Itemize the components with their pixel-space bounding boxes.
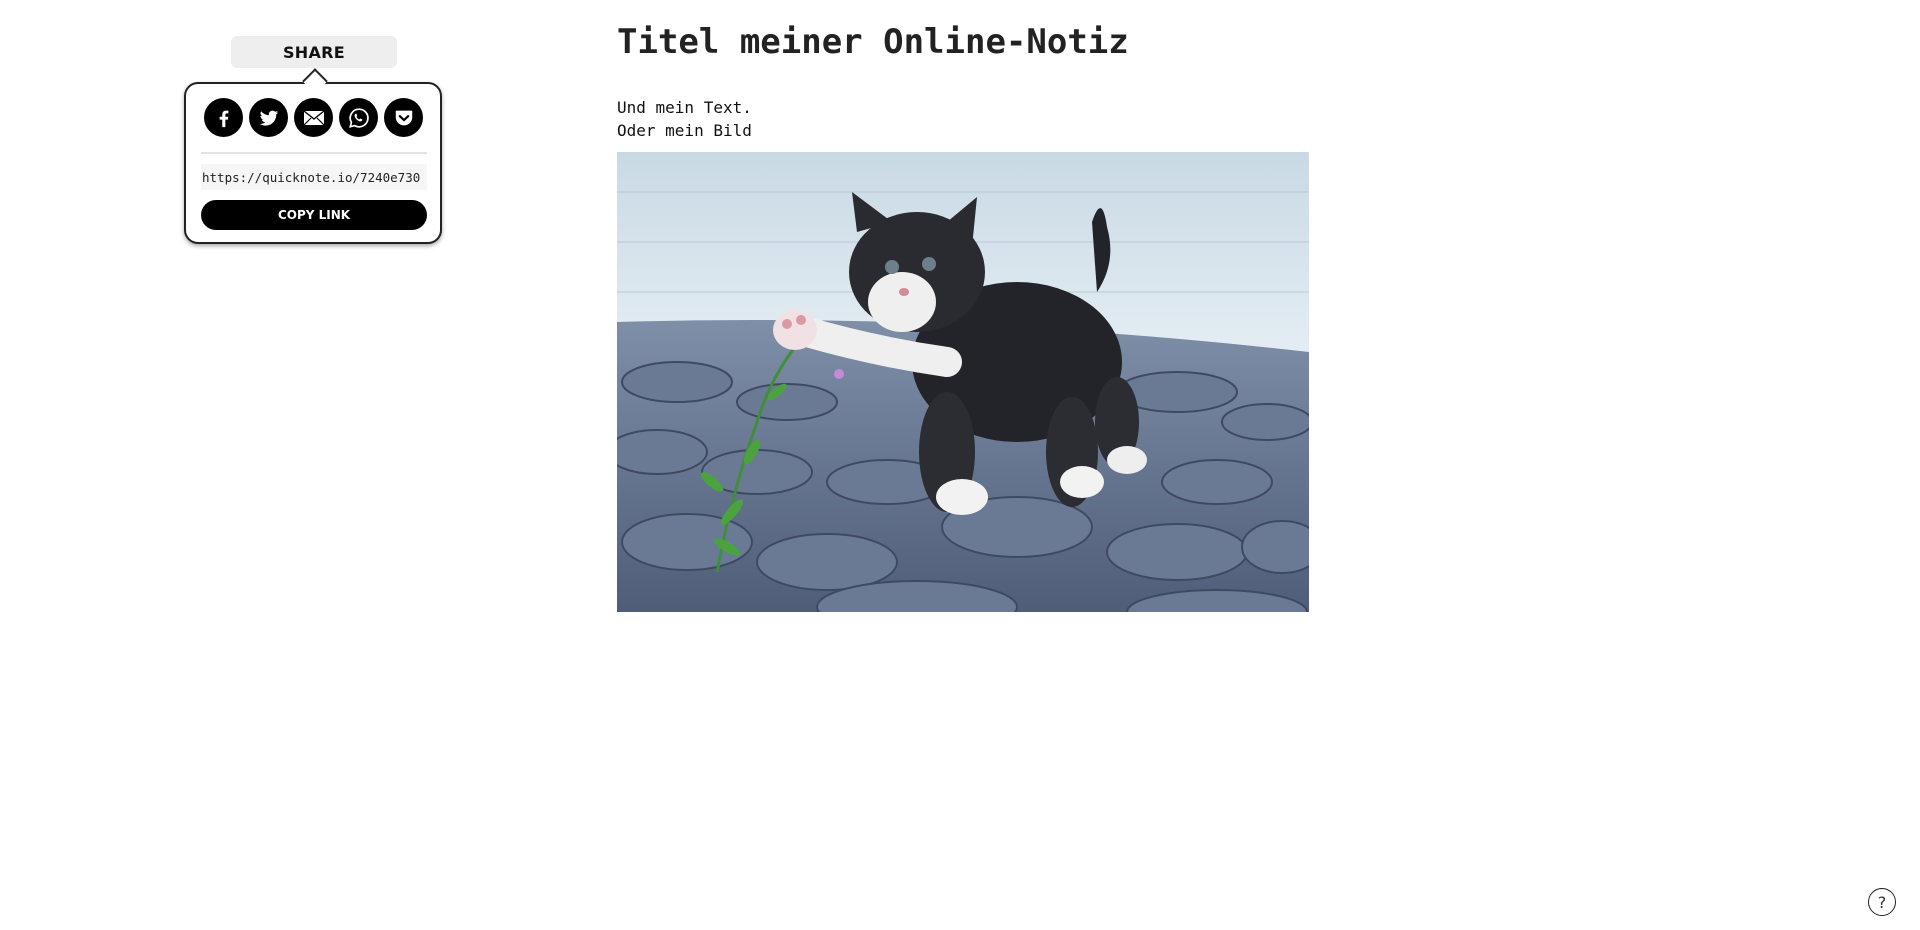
pocket-icon[interactable] xyxy=(384,98,423,137)
page: SHARE COPY LINK Titel meiner xyxy=(0,0,1920,930)
share-tab[interactable]: SHARE xyxy=(231,36,397,68)
share-popover: COPY LINK xyxy=(184,82,442,244)
copy-link-label: COPY LINK xyxy=(277,208,351,222)
share-link-input[interactable] xyxy=(201,164,427,190)
email-icon[interactable] xyxy=(294,98,333,137)
share-divider xyxy=(201,152,427,154)
help-icon: ? xyxy=(1877,892,1887,912)
note-text-line: Und mein Text. xyxy=(617,98,752,117)
help-button[interactable]: ? xyxy=(1868,888,1896,916)
facebook-icon[interactable] xyxy=(204,98,243,137)
kitten-photo xyxy=(617,152,1309,612)
note-title: Titel meiner Online-Notiz xyxy=(617,22,1129,62)
note-text-line: Oder mein Bild xyxy=(617,121,752,140)
share-label: SHARE xyxy=(282,42,346,62)
social-icons xyxy=(204,98,423,137)
twitter-icon[interactable] xyxy=(249,98,288,137)
whatsapp-icon[interactable] xyxy=(339,98,378,137)
copy-link-button[interactable]: COPY LINK xyxy=(201,200,427,230)
